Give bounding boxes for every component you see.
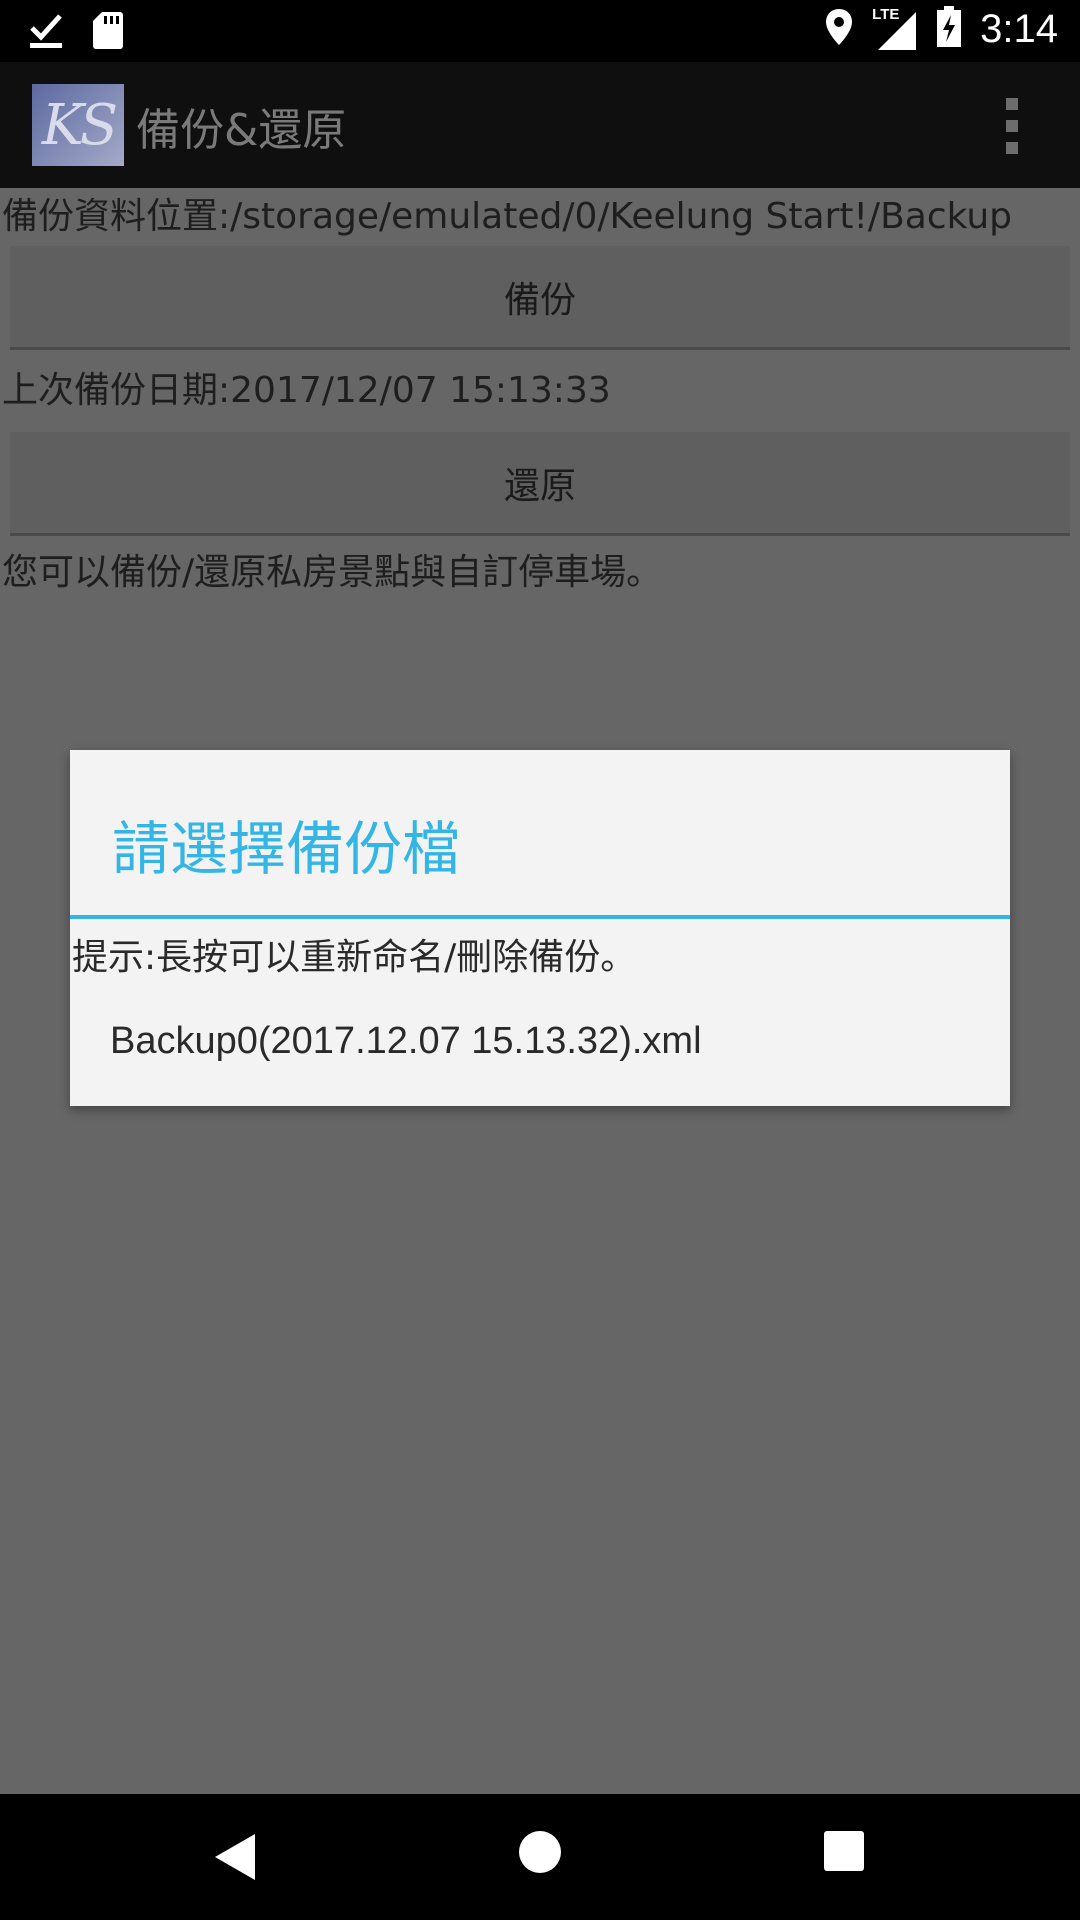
more-vert-icon[interactable] xyxy=(1006,98,1020,154)
select-backup-dialog: 請選擇備份檔 提示:長按可以重新命名/刪除備份。 Backup0(2017.12… xyxy=(70,750,1010,1106)
signal-icon: LTE xyxy=(872,6,918,52)
last-backup-text: 上次備份日期:2017/12/07 15:13:33 xyxy=(2,370,611,411)
network-type-label: LTE xyxy=(872,6,900,23)
page-title: 備份&還原 xyxy=(136,105,347,156)
main-content: 備份資料位置:/storage/emulated/0/Keelung Start… xyxy=(0,188,1080,602)
app-logo[interactable]: KS xyxy=(32,84,124,166)
recent-apps-icon[interactable] xyxy=(824,1831,864,1871)
status-time: 3:14 xyxy=(980,6,1058,51)
app-bar: KS 備份&還原 xyxy=(0,62,1080,188)
navigation-bar xyxy=(0,1794,1080,1920)
home-icon[interactable] xyxy=(519,1831,561,1873)
dialog-divider xyxy=(70,915,1010,919)
restore-button[interactable]: 還原 xyxy=(10,432,1070,536)
location-icon xyxy=(824,7,854,51)
dialog-hint: 提示:長按可以重新命名/刪除備份。 xyxy=(72,937,637,978)
status-bar: LTE 3:14 xyxy=(0,0,1080,62)
battery-charging-icon xyxy=(936,6,962,52)
back-icon[interactable] xyxy=(215,1834,255,1880)
download-done-icon xyxy=(28,10,64,54)
app-logo-text: KS xyxy=(41,92,118,158)
backup-file-item[interactable]: Backup0(2017.12.07 15.13.32).xml xyxy=(110,1020,702,1063)
dialog-title: 請選擇備份檔 xyxy=(112,815,461,883)
description-text: 您可以備份/還原私房景點與自訂停車場。 xyxy=(2,552,663,593)
sd-card-icon xyxy=(92,10,124,54)
backup-button[interactable]: 備份 xyxy=(10,246,1070,350)
backup-location-text: 備份資料位置:/storage/emulated/0/Keelung Start… xyxy=(2,196,1013,237)
